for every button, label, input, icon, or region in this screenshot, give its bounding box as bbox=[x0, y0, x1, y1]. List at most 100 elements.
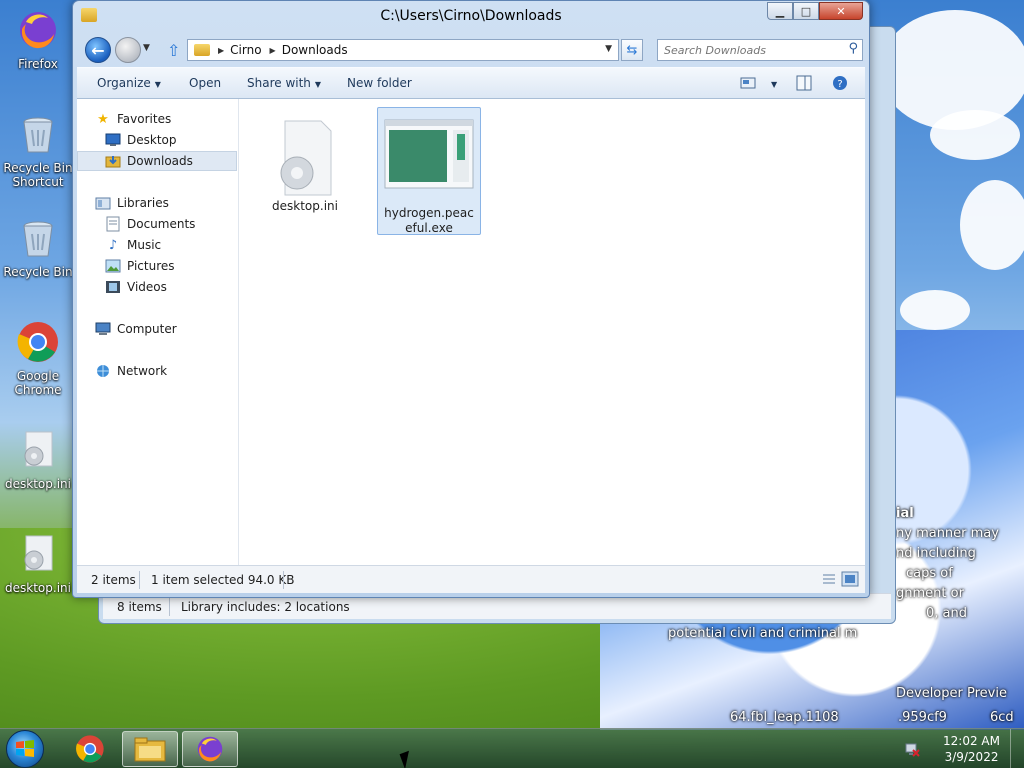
nav-desktop[interactable]: Desktop bbox=[77, 130, 237, 150]
taskbar-firefox[interactable] bbox=[182, 731, 238, 767]
forward-button[interactable] bbox=[115, 37, 141, 63]
nav-label: Network bbox=[117, 364, 168, 378]
view-dropdown[interactable]: ▼ bbox=[767, 76, 777, 90]
folder-icon bbox=[194, 44, 210, 56]
search-icon[interactable]: ⚲ bbox=[848, 41, 858, 56]
file-item-desktop-ini[interactable]: desktop.ini bbox=[253, 107, 357, 214]
nav-label: Videos bbox=[127, 280, 167, 294]
nav-downloads[interactable]: Downloads bbox=[77, 151, 237, 171]
clock[interactable]: 12:02 AM 3/9/2022 bbox=[943, 733, 1000, 765]
desktop-icon-firefox[interactable]: Firefox bbox=[0, 8, 76, 71]
show-desktop-button[interactable] bbox=[1010, 729, 1024, 768]
caption-buttons: ▁ □ ✕ bbox=[767, 2, 863, 20]
start-button[interactable] bbox=[6, 730, 44, 768]
navigation-pane[interactable]: ★ Favorites Desktop Downloads Libraries D… bbox=[77, 99, 239, 565]
desktop-icon-label: Recycle Bin Shortcut bbox=[3, 161, 73, 189]
taskbar: 12:02 AM 3/9/2022 bbox=[0, 728, 1024, 768]
desktop-icon-desktop-ini[interactable]: desktop.ini bbox=[0, 532, 76, 595]
firefox-icon bbox=[20, 12, 56, 49]
file-item-hydrogen-peaceful-exe[interactable]: hydrogen.peaceful.exe bbox=[377, 107, 481, 235]
chevron-right-icon[interactable]: ▶ bbox=[270, 46, 276, 55]
organize-button[interactable]: Organize ▼ bbox=[97, 76, 161, 90]
nav-label: Computer bbox=[117, 322, 177, 336]
wallpaper-text: 0, and bbox=[926, 606, 967, 621]
chevron-down-icon[interactable]: ▼ bbox=[605, 44, 612, 54]
desktop-icon-label: desktop.ini bbox=[5, 477, 71, 491]
nav-label: Desktop bbox=[127, 133, 177, 147]
nav-videos[interactable]: Videos bbox=[77, 277, 237, 297]
nav-documents[interactable]: Documents bbox=[77, 214, 237, 234]
refresh-button[interactable]: ⇆ bbox=[621, 39, 643, 61]
back-button[interactable]: ← bbox=[85, 37, 111, 63]
nav-music[interactable]: ♪ Music bbox=[77, 235, 237, 255]
settings-file-icon bbox=[280, 120, 332, 196]
selection-info: 1 item selected 94.0 KB bbox=[151, 573, 295, 587]
large-icons-view-icon[interactable] bbox=[841, 571, 859, 587]
minimize-button[interactable]: ▁ bbox=[767, 2, 793, 20]
up-arrow-icon[interactable]: ⇧ bbox=[167, 41, 180, 60]
explorer-window[interactable]: C:\Users\Cirno\Downloads ▁ □ ✕ ← ▼ ⇧ ▶ C… bbox=[72, 0, 870, 598]
settings-file-icon bbox=[24, 535, 53, 571]
maximize-button[interactable]: □ bbox=[793, 2, 819, 20]
folder-icon bbox=[134, 737, 166, 762]
nav-computer[interactable]: Computer bbox=[77, 319, 237, 339]
file-name: hydrogen.peaceful.exe bbox=[384, 206, 474, 235]
nav-favorites[interactable]: ★ Favorites bbox=[77, 109, 237, 129]
open-label: Open bbox=[189, 76, 222, 90]
taskbar-chrome[interactable] bbox=[62, 731, 118, 767]
wallpaper-text: 64.fbl_leap.1108 bbox=[730, 710, 839, 725]
libraries-icon bbox=[95, 195, 111, 211]
share-with-button[interactable]: Share with ▼ bbox=[247, 76, 321, 90]
background-library-info: Library includes: 2 locations bbox=[181, 600, 350, 614]
nav-pictures[interactable]: Pictures bbox=[77, 256, 237, 276]
taskbar-explorer[interactable] bbox=[122, 731, 178, 767]
system-tray: 12:02 AM 3/9/2022 bbox=[904, 729, 1024, 768]
desktop-icon-label: desktop.ini bbox=[5, 581, 71, 595]
wallpaper-text: ny manner may bbox=[896, 526, 999, 541]
desktop-icon-label: Google Chrome bbox=[14, 369, 62, 397]
organize-label: Organize bbox=[97, 76, 151, 90]
wallpaper-text: nd including bbox=[896, 546, 976, 561]
clock-date: 3/9/2022 bbox=[944, 750, 999, 764]
chevron-down-icon: ▼ bbox=[771, 80, 778, 89]
star-icon: ★ bbox=[97, 111, 109, 127]
chrome-icon bbox=[17, 322, 58, 362]
refresh-icon: ⇆ bbox=[626, 42, 638, 58]
file-list[interactable]: desktop.ini hydrogen.peaceful.exe bbox=[239, 99, 865, 565]
breadcrumb-cirno[interactable]: Cirno bbox=[230, 43, 261, 57]
desktop-icon-desktop-ini[interactable]: desktop.ini bbox=[0, 428, 76, 491]
breadcrumb-downloads[interactable]: Downloads bbox=[282, 43, 348, 57]
status-separator bbox=[283, 571, 284, 589]
cloud bbox=[880, 10, 1024, 130]
network-icon bbox=[95, 363, 111, 379]
arrow-left-icon: ← bbox=[91, 40, 105, 60]
recent-pages-dropdown[interactable]: ▼ bbox=[143, 43, 150, 53]
details-view-icon[interactable] bbox=[821, 572, 837, 586]
new-folder-button[interactable]: New folder bbox=[347, 76, 412, 90]
open-button[interactable]: Open bbox=[189, 76, 221, 90]
computer-icon bbox=[95, 321, 111, 337]
search-box[interactable]: ⚲ bbox=[657, 39, 863, 61]
help-icon[interactable]: ? bbox=[831, 74, 849, 92]
chevron-right-icon[interactable]: ▶ bbox=[218, 46, 224, 55]
search-input[interactable] bbox=[658, 40, 834, 60]
recycle-bin-icon bbox=[23, 221, 53, 257]
nav-label: Pictures bbox=[127, 259, 175, 273]
address-bar[interactable]: ▶ Cirno ▶ Downloads ▼ bbox=[187, 39, 619, 61]
nav-libraries[interactable]: Libraries bbox=[77, 193, 237, 213]
desktop-icon-label: Firefox bbox=[18, 57, 58, 71]
windows-logo-icon bbox=[16, 740, 34, 757]
desktop-icon-recycle-bin-shortcut[interactable]: Recycle Bin Shortcut bbox=[0, 112, 76, 189]
desktop-icon-recycle-bin[interactable]: Recycle Bin bbox=[0, 216, 76, 279]
new-folder-label: New folder bbox=[347, 76, 412, 90]
nav-network[interactable]: Network bbox=[77, 361, 237, 381]
desktop-icon-chrome[interactable]: Google Chrome bbox=[0, 320, 76, 397]
network-disconnected-icon[interactable] bbox=[904, 741, 920, 757]
background-item-count: 8 items bbox=[117, 600, 162, 614]
title-bar[interactable]: C:\Users\Cirno\Downloads ▁ □ ✕ bbox=[73, 1, 869, 31]
status-separator bbox=[139, 571, 140, 589]
view-options-icon[interactable] bbox=[739, 74, 757, 92]
close-button[interactable]: ✕ bbox=[819, 2, 863, 20]
clock-time: 12:02 AM bbox=[943, 734, 1000, 748]
preview-pane-icon[interactable] bbox=[795, 74, 813, 92]
